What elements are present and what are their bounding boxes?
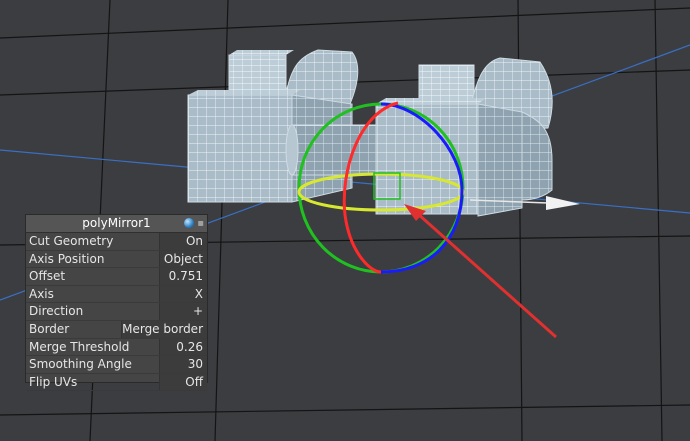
polymirror-attribute-panel[interactable]: polyMirror1 ▪ Cut Geometry On Axis Posit… xyxy=(25,214,208,392)
panel-titlebar[interactable]: polyMirror1 ▪ xyxy=(26,215,207,233)
attr-value[interactable]: Merge border xyxy=(121,320,207,338)
attr-label: Flip UVs xyxy=(29,374,78,389)
attr-row-smoothing-angle[interactable]: Smoothing Angle 30 xyxy=(26,356,207,374)
attr-row-cut-geometry[interactable]: Cut Geometry On xyxy=(26,233,207,251)
attr-label: Border xyxy=(29,321,70,336)
attr-row-flip-uvs[interactable]: Flip UVs Off xyxy=(26,373,207,392)
attr-row-axis-position[interactable]: Axis Position Object xyxy=(26,250,207,269)
attr-label: Direction xyxy=(29,304,84,319)
shading-sphere-icon[interactable] xyxy=(184,218,194,228)
attr-label: Axis xyxy=(29,286,54,301)
attr-row-merge-threshold[interactable]: Merge Threshold 0.26 xyxy=(26,338,207,357)
attr-label: Offset xyxy=(29,269,66,284)
attr-label: Merge Threshold xyxy=(29,339,130,354)
attr-row-border[interactable]: Border Merge border xyxy=(26,320,207,339)
attr-value[interactable]: X xyxy=(159,285,207,303)
attr-row-axis[interactable]: Axis X xyxy=(26,285,207,304)
attr-label: Cut Geometry xyxy=(29,234,114,248)
panel-title: polyMirror1 xyxy=(82,216,151,230)
attr-value[interactable]: Object xyxy=(159,250,207,268)
panel-menu-icon[interactable]: ▪ xyxy=(197,215,204,232)
annotation-arrow xyxy=(404,204,557,339)
attr-value[interactable]: On xyxy=(159,233,207,250)
attr-value[interactable]: Off xyxy=(159,373,207,391)
attr-row-direction[interactable]: Direction + xyxy=(26,303,207,321)
attr-label: Axis Position xyxy=(29,251,105,266)
3d-viewport[interactable]: polyMirror1 ▪ Cut Geometry On Axis Posit… xyxy=(0,0,690,441)
attr-value[interactable]: 30 xyxy=(159,356,207,373)
attr-row-offset[interactable]: Offset 0.751 xyxy=(26,268,207,286)
attr-value[interactable]: 0.26 xyxy=(159,338,207,356)
attr-value[interactable]: 0.751 xyxy=(159,268,207,285)
attr-value[interactable]: + xyxy=(159,303,207,320)
attr-label: Smoothing Angle xyxy=(29,357,132,372)
